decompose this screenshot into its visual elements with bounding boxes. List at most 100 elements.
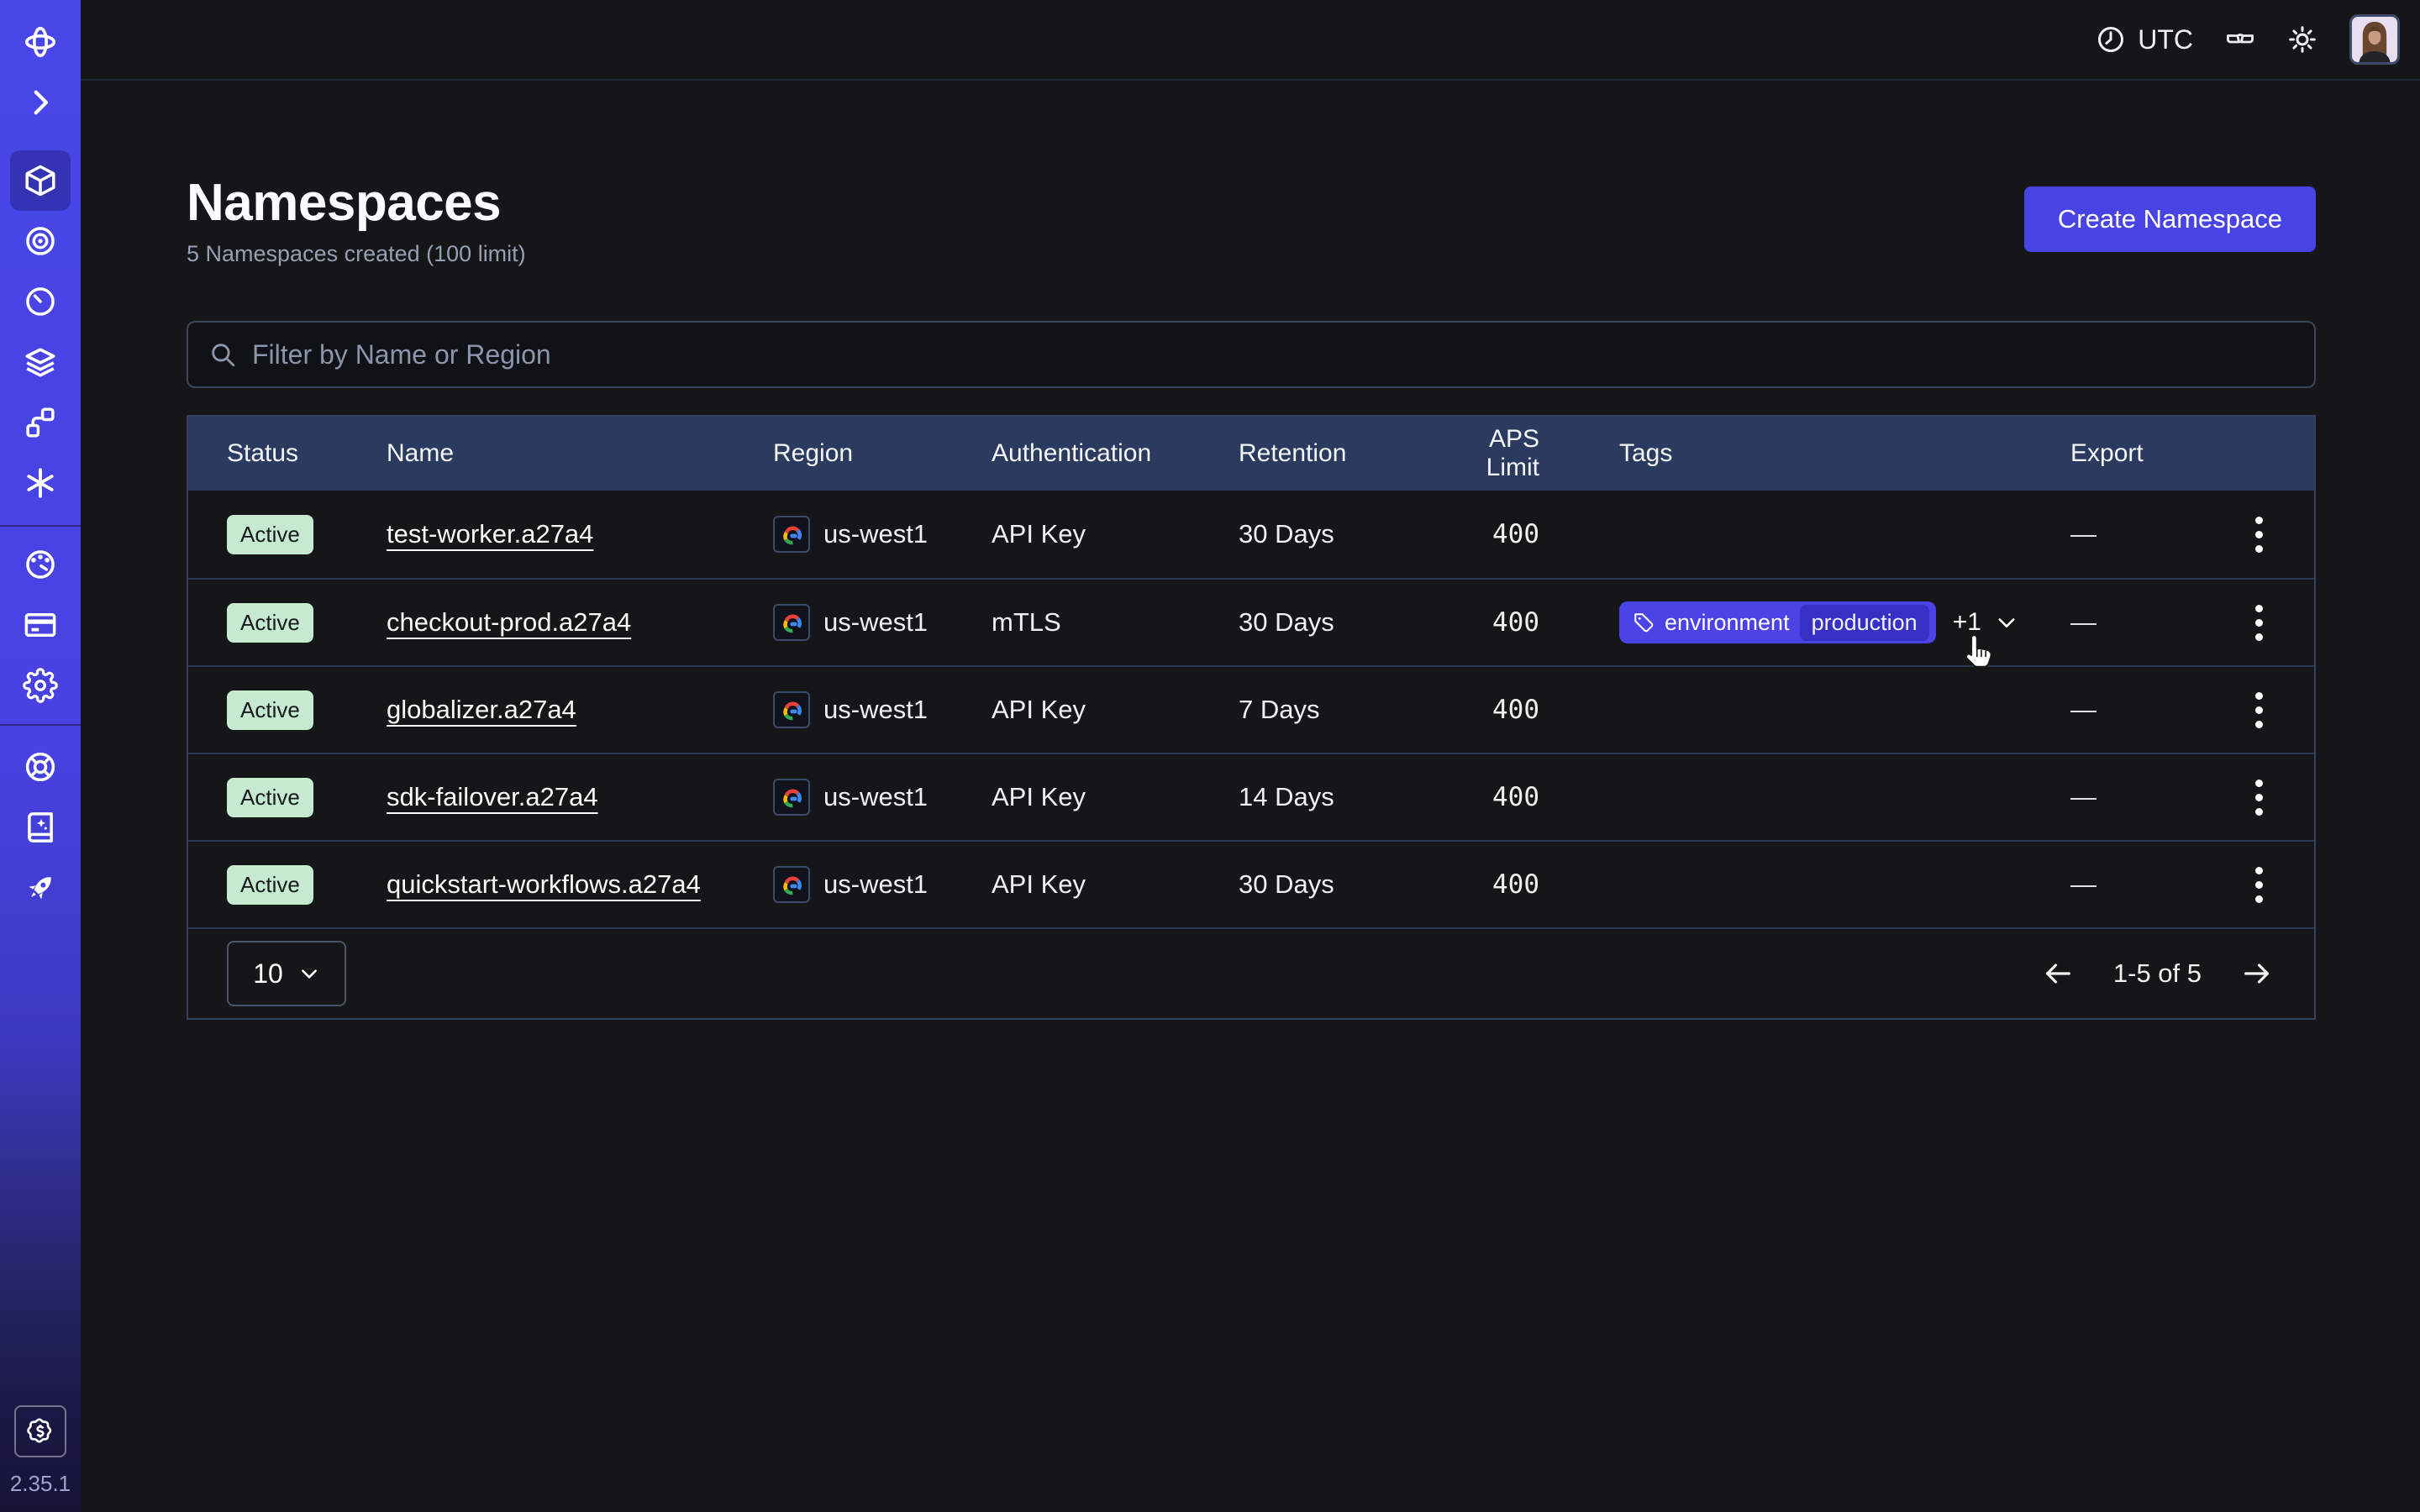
- export-value: —: [2070, 782, 2238, 812]
- status-badge: Active: [227, 690, 313, 730]
- namespace-link[interactable]: checkout-prod.a27a4: [387, 607, 631, 637]
- timezone-label: UTC: [2138, 24, 2193, 55]
- col-retention: Retention: [1239, 439, 1430, 468]
- page-content: Namespaces 5 Namespaces created (100 lim…: [81, 81, 2420, 1020]
- page-title: Namespaces: [187, 173, 526, 233]
- retention-period: 30 Days: [1239, 519, 1430, 549]
- region-provider-badge: [773, 516, 810, 553]
- create-namespace-button[interactable]: Create Namespace: [2024, 186, 2316, 252]
- google-cloud-icon: [779, 524, 804, 545]
- tags-cell: environment production +1: [1539, 601, 2070, 643]
- tag-pill[interactable]: environment production: [1619, 601, 1936, 643]
- topbar: UTC: [81, 0, 2420, 81]
- row-menu-button[interactable]: [2238, 509, 2279, 559]
- table-row: Activecheckout-prod.a27a4 us-west1mTLS30…: [188, 578, 2314, 665]
- retention-period: 30 Days: [1239, 869, 1430, 900]
- region-provider-badge: [773, 866, 810, 903]
- namespaces-table: Status Name Region Authentication Retent…: [187, 415, 2316, 1020]
- nav-iris-icon[interactable]: [10, 211, 71, 271]
- namespace-link[interactable]: quickstart-workflows.a27a4: [387, 869, 701, 899]
- dollar-badge-icon[interactable]: [14, 1405, 66, 1457]
- tag-value: production: [1800, 605, 1929, 641]
- export-value: —: [2070, 869, 2238, 900]
- tag-icon: [1633, 612, 1655, 633]
- filter-input[interactable]: [250, 339, 2294, 371]
- auth-method: API Key: [992, 695, 1239, 725]
- sidebar-divider: [0, 525, 81, 527]
- row-menu-button[interactable]: [2238, 685, 2279, 735]
- nav-gauge-icon[interactable]: [10, 534, 71, 595]
- col-authentication: Authentication: [992, 439, 1239, 468]
- col-name: Name: [387, 439, 773, 468]
- aps-limit: 400: [1430, 519, 1539, 549]
- table-row: Active sdk-failover.a27a4 us-west1 API Key…: [188, 753, 2314, 840]
- table-footer: 10 1-5 of 5: [188, 927, 2314, 1018]
- sidebar: 2.35.1: [0, 0, 81, 1512]
- aps-limit: 400: [1430, 607, 1539, 638]
- auth-method: mTLS: [992, 607, 1239, 638]
- namespace-link[interactable]: test-worker.a27a4: [387, 519, 593, 549]
- collapse-chevron-icon[interactable]: [10, 72, 71, 133]
- table-row: Active test-worker.a27a4 us-west1 API Key3…: [188, 491, 2314, 578]
- auth-method: API Key: [992, 869, 1239, 900]
- status-badge: Active: [227, 515, 313, 554]
- sidebar-divider: [0, 724, 81, 726]
- nav-gear-icon[interactable]: [10, 655, 71, 716]
- nav-book-sparkle-icon[interactable]: [10, 797, 71, 858]
- table-row: Activequickstart-workflows.a27a4 us-west…: [188, 840, 2314, 927]
- col-tags: Tags: [1539, 439, 2070, 468]
- glasses-icon[interactable]: [2225, 24, 2255, 55]
- app-version: 2.35.1: [10, 1471, 71, 1497]
- app-root: 2.35.1 UTC: [0, 0, 2420, 1512]
- region-label: us-west1: [823, 782, 928, 812]
- sun-theme-icon[interactable]: [2287, 24, 2317, 55]
- namespace-link[interactable]: sdk-failover.a27a4: [387, 782, 598, 811]
- status-badge: Active: [227, 778, 313, 817]
- tag-more-count: +1: [1953, 608, 1981, 637]
- nav-credit-card-icon[interactable]: [10, 595, 71, 655]
- temporal-logo-icon[interactable]: [10, 12, 71, 72]
- namespace-link[interactable]: globalizer.a27a4: [387, 695, 576, 724]
- nav-life-ring-icon[interactable]: [10, 737, 71, 797]
- region-provider-badge: [773, 779, 810, 816]
- nav-layers-icon[interactable]: [10, 332, 71, 392]
- nav-workflow-branch-icon[interactable]: [10, 392, 71, 453]
- export-value: —: [2070, 607, 2238, 638]
- aps-limit: 400: [1430, 869, 1539, 900]
- region-label: us-west1: [823, 695, 928, 725]
- search-icon: [208, 340, 237, 369]
- region-label: us-west1: [823, 869, 928, 900]
- page-size-select[interactable]: 10: [227, 941, 346, 1006]
- tag-key: environment: [1665, 610, 1790, 636]
- timezone-selector[interactable]: UTC: [2096, 24, 2193, 55]
- export-value: —: [2070, 519, 2238, 549]
- avatar[interactable]: [2349, 14, 2400, 65]
- table-row: Activeglobalizer.a27a4 us-west1API Key7 …: [188, 665, 2314, 753]
- nav-timer-icon[interactable]: [10, 271, 71, 332]
- row-menu-button[interactable]: [2238, 772, 2279, 822]
- nav-rocket-icon[interactable]: [10, 858, 71, 918]
- auth-method: API Key: [992, 782, 1239, 812]
- google-cloud-icon: [779, 787, 804, 808]
- export-value: —: [2070, 695, 2238, 725]
- region-provider-badge: [773, 691, 810, 728]
- page-subtitle: 5 Namespaces created (100 limit): [187, 241, 526, 267]
- col-region: Region: [773, 439, 992, 468]
- tags-expand-button[interactable]: [1995, 611, 2018, 634]
- col-aps-limit: APS Limit: [1430, 425, 1539, 482]
- region-label: us-west1: [823, 519, 928, 549]
- table-header-row: Status Name Region Authentication Retent…: [188, 417, 2314, 491]
- google-cloud-icon: [779, 700, 804, 721]
- nav-asterisk-icon[interactable]: [10, 453, 71, 513]
- page-size-value: 10: [253, 958, 283, 990]
- retention-period: 30 Days: [1239, 607, 1430, 638]
- row-menu-button[interactable]: [2238, 597, 2279, 648]
- next-page-button[interactable]: [2238, 955, 2275, 992]
- auth-method: API Key: [992, 519, 1239, 549]
- aps-limit: 400: [1430, 782, 1539, 812]
- region-provider-badge: [773, 604, 810, 641]
- row-menu-button[interactable]: [2238, 859, 2279, 910]
- prev-page-button[interactable]: [2039, 955, 2076, 992]
- nav-namespaces-cube-icon[interactable]: [10, 150, 71, 211]
- aps-limit: 400: [1430, 695, 1539, 725]
